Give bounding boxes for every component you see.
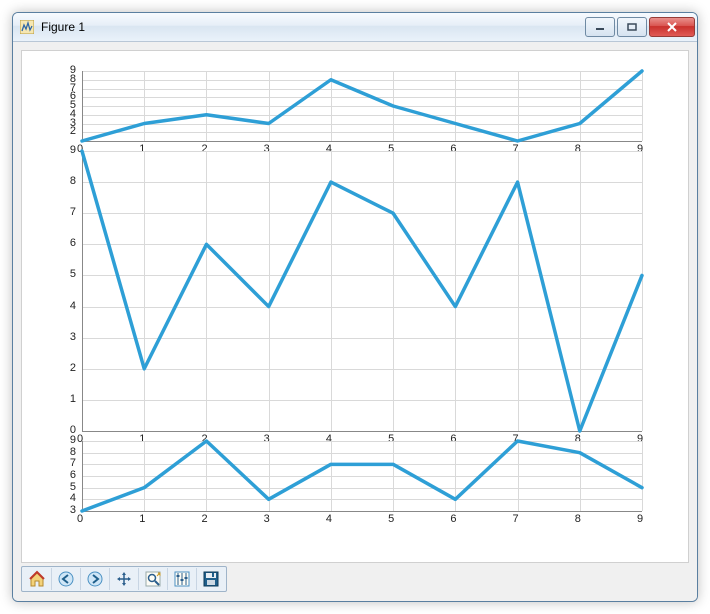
- y-tick-label: 4: [56, 300, 76, 312]
- y-tick-label: 8: [56, 175, 76, 187]
- y-tick-label: 9: [56, 64, 76, 76]
- titlebar[interactable]: Figure 1: [13, 13, 697, 42]
- home-button[interactable]: [23, 568, 52, 590]
- x-tick-label: 2: [201, 513, 207, 525]
- x-tick-label: 7: [513, 513, 519, 525]
- y-tick-label: 5: [56, 268, 76, 280]
- axes-bottom[interactable]: 34567890123456789: [82, 441, 642, 511]
- zoom-button[interactable]: [139, 568, 168, 590]
- y-tick-label: 5: [56, 481, 76, 493]
- save-button[interactable]: [197, 568, 225, 590]
- y-tick-label: 2: [56, 362, 76, 374]
- window-title: Figure 1: [41, 20, 583, 34]
- x-tick-label: 9: [637, 513, 643, 525]
- forward-button[interactable]: [81, 568, 110, 590]
- figure-canvas[interactable]: 2345678901234567890123456789012345678934…: [21, 50, 689, 563]
- series-line: [82, 441, 642, 511]
- configure-button[interactable]: [168, 568, 197, 590]
- series-line: [82, 151, 642, 431]
- y-tick-label: 7: [56, 206, 76, 218]
- axes-middle[interactable]: 01234567890123456789: [82, 151, 642, 431]
- x-tick-label: 8: [575, 513, 581, 525]
- x-tick-label: 4: [326, 513, 332, 525]
- x-tick-label: 3: [264, 513, 270, 525]
- client-area: 2345678901234567890123456789012345678934…: [13, 42, 697, 601]
- y-tick-label: 6: [56, 469, 76, 481]
- y-tick-label: 3: [56, 504, 76, 516]
- y-tick-label: 4: [56, 492, 76, 504]
- y-tick-label: 1: [56, 393, 76, 405]
- y-tick-label: 7: [56, 457, 76, 469]
- axes-top[interactable]: 234567890123456789: [82, 71, 642, 141]
- app-icon: [19, 19, 35, 35]
- window-controls: [583, 17, 695, 37]
- y-tick-label: 8: [56, 446, 76, 458]
- y-tick-label: 3: [56, 331, 76, 343]
- figure-window: Figure 1 2345678901234567890123456789012…: [12, 12, 698, 602]
- x-tick-label: 1: [139, 513, 145, 525]
- x-tick-label: 0: [77, 513, 83, 525]
- x-tick-label: 5: [388, 513, 394, 525]
- minimize-button[interactable]: [585, 17, 615, 37]
- series-line: [82, 71, 642, 141]
- y-tick-label: 6: [56, 237, 76, 249]
- x-tick-label: 6: [450, 513, 456, 525]
- back-button[interactable]: [52, 568, 81, 590]
- maximize-button[interactable]: [617, 17, 647, 37]
- y-tick-label: 9: [56, 144, 76, 156]
- close-button[interactable]: [649, 17, 695, 37]
- y-tick-label: 9: [56, 434, 76, 446]
- nav-toolbar: [21, 563, 689, 593]
- pan-button[interactable]: [110, 568, 139, 590]
